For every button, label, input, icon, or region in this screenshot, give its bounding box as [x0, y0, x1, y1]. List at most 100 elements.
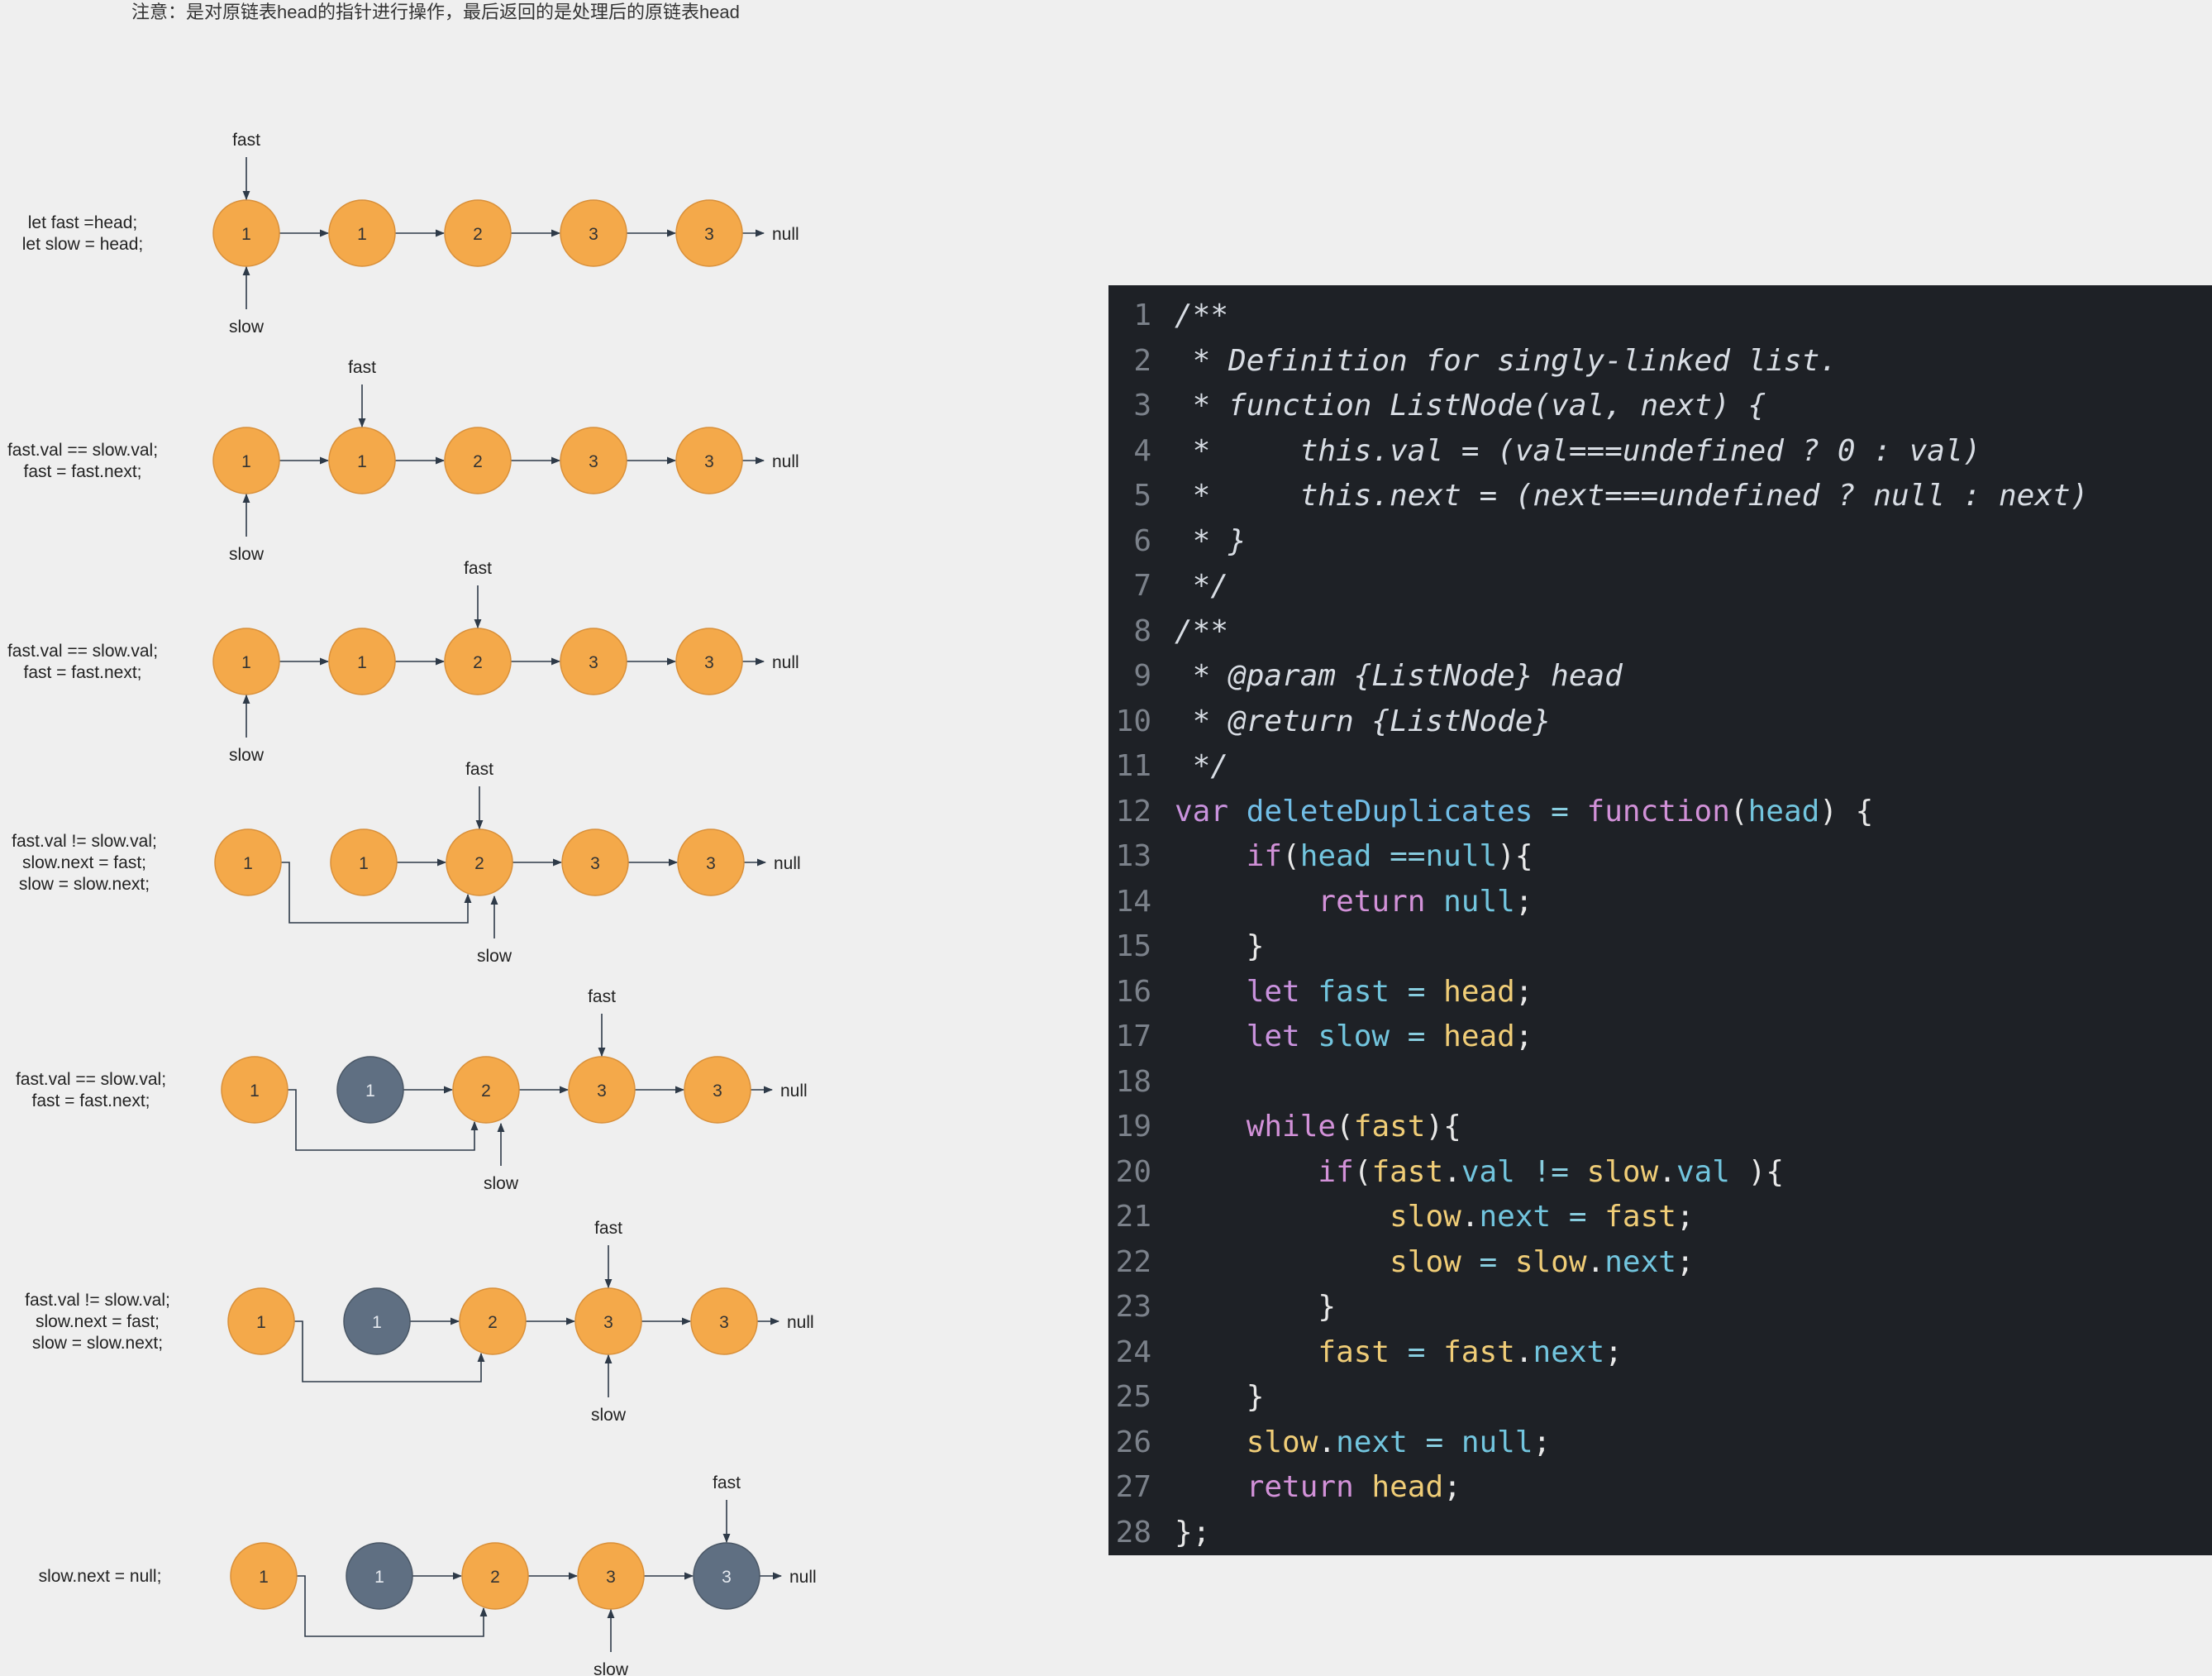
code-line: 15 } — [1108, 924, 2212, 970]
step-caption-line: fast.val == slow.val; — [7, 642, 158, 661]
code-token: * this.next = (next===undefined ? null :… — [1175, 479, 2089, 513]
code-token: head — [1371, 1470, 1444, 1504]
line-number: 6 — [1133, 523, 1151, 558]
list-node-value: 3 — [719, 1313, 729, 1332]
code-token: ( — [1336, 1110, 1354, 1144]
code-line: 5 * this.next = (next===undefined ? null… — [1108, 474, 2212, 519]
code-text: }; — [1175, 1511, 1210, 1556]
code-line: 19 while(fast){ — [1108, 1105, 2212, 1150]
code-token: . — [1318, 1425, 1337, 1459]
line-number: 3 — [1133, 389, 1151, 423]
list-node-value: 1 — [250, 1082, 260, 1101]
line-number: 26 — [1115, 1425, 1151, 1459]
code-token: next — [1479, 1200, 1552, 1234]
code-token: head — [1443, 1019, 1515, 1053]
code-text: } — [1175, 1375, 1265, 1421]
code-token: fast — [1353, 1110, 1426, 1144]
code-token: null — [1443, 884, 1515, 919]
code-token: ; — [1533, 1425, 1552, 1459]
null-label: null — [772, 452, 799, 471]
code-token: null — [1425, 839, 1498, 873]
list-node-value: 1 — [241, 452, 251, 471]
line-number: 2 — [1133, 343, 1151, 378]
code-token: ){ — [1729, 1154, 1785, 1189]
slow-pointer-label: slow — [229, 746, 265, 765]
code-text: while(fast){ — [1175, 1105, 1461, 1150]
code-line: 21 slow.next = fast; — [1108, 1195, 2212, 1240]
code-token: fast — [1443, 1335, 1515, 1369]
code-token: = — [1390, 1019, 1444, 1053]
list-node-value: 2 — [490, 1568, 500, 1587]
line-number: 13 — [1115, 839, 1151, 873]
code-token: ; — [1604, 1335, 1623, 1369]
code-token: }; — [1175, 1515, 1211, 1549]
code-line: 11 */ — [1108, 744, 2212, 790]
code-line: 9 * @param {ListNode} head — [1108, 654, 2212, 700]
list-node-value: 3 — [589, 653, 598, 672]
code-token: if — [1318, 1154, 1354, 1189]
code-line: 3 * function ListNode(val, next) { — [1108, 384, 2212, 429]
step-caption-line: fast.val != slow.val; — [12, 832, 157, 851]
code-line: 7 */ — [1108, 564, 2212, 609]
code-line: 25 } — [1108, 1375, 2212, 1421]
code-token: var — [1175, 794, 1247, 828]
code-token: fast — [1604, 1200, 1676, 1234]
fast-pointer-label: fast — [588, 987, 616, 1006]
fast-pointer-label: fast — [594, 1219, 622, 1238]
code-text: slow.next = fast; — [1175, 1195, 1695, 1240]
list-node-value: 1 — [359, 854, 369, 873]
null-label: null — [787, 1313, 814, 1332]
code-token: = — [1407, 1425, 1461, 1459]
code-token: head — [1747, 794, 1820, 828]
linked-list-diagram: let fast =head; let slow = head; null 1 1 2 3 3… — [7, 131, 817, 1676]
code-text: let fast = head; — [1175, 970, 1533, 1015]
step-2: fast.val == slow.val; fast = fast.next; nu… — [7, 358, 799, 564]
code-token: function — [1586, 794, 1730, 828]
fast-pointer-label: fast — [713, 1473, 741, 1492]
code-text: slow.next = null; — [1175, 1421, 1552, 1466]
code-text: * this.next = (next===undefined ? null :… — [1175, 474, 2089, 519]
step-caption-line: slow.next = null; — [39, 1567, 162, 1586]
code-token: ; — [1514, 974, 1533, 1009]
code-token: ) { — [1819, 794, 1874, 828]
code-token: * this.val = (val===undefined ? 0 : val) — [1175, 433, 1981, 468]
code-token: next — [1336, 1425, 1408, 1459]
list-node-value: 3 — [606, 1568, 616, 1587]
code-line: 28}; — [1108, 1511, 2212, 1556]
step-7: slow.next = null; null 1 1 2 3 3 fast slow — [39, 1473, 817, 1676]
code-token: * function ListNode(val, next) { — [1175, 389, 1766, 423]
line-number: 18 — [1115, 1064, 1151, 1099]
code-line: 20 if(fast.val != slow.val ){ — [1108, 1150, 2212, 1196]
fast-pointer-label: fast — [464, 559, 492, 578]
code-text: } — [1175, 924, 1265, 970]
null-label: null — [789, 1568, 817, 1587]
line-number: 10 — [1115, 704, 1151, 738]
code-token: val — [1676, 1154, 1730, 1189]
step-caption-line: slow.next = fast; — [36, 1312, 160, 1331]
code-text: /** — [1175, 294, 1228, 339]
line-number: 28 — [1115, 1515, 1151, 1549]
slow-pointer-label: slow — [591, 1406, 627, 1425]
slow-pointer-label: slow — [229, 318, 265, 337]
code-token: * @param {ListNode} head — [1175, 659, 1623, 693]
line-number: 5 — [1133, 479, 1151, 513]
code-token: /** — [1175, 614, 1229, 648]
step-1: let fast =head; let slow = head; null 1 1 2 3 3… — [22, 131, 799, 337]
line-number: 25 — [1115, 1380, 1151, 1414]
list-node-value: 3 — [704, 225, 714, 244]
code-token: . — [1658, 1154, 1676, 1189]
code-line: 8 /** — [1108, 609, 2212, 655]
null-label: null — [780, 1082, 808, 1101]
code-token: next — [1604, 1244, 1676, 1279]
code-panel: 1 /** 2 * Definition for singly-linked lis… — [1108, 285, 2212, 1555]
slow-pointer-label: slow — [484, 1174, 519, 1193]
list-node-value: 2 — [473, 653, 483, 672]
list-node-value: 3 — [722, 1568, 732, 1587]
code-token: } — [1175, 1380, 1265, 1414]
code-text: * } — [1175, 519, 1247, 565]
code-token: fast — [1371, 1154, 1444, 1189]
